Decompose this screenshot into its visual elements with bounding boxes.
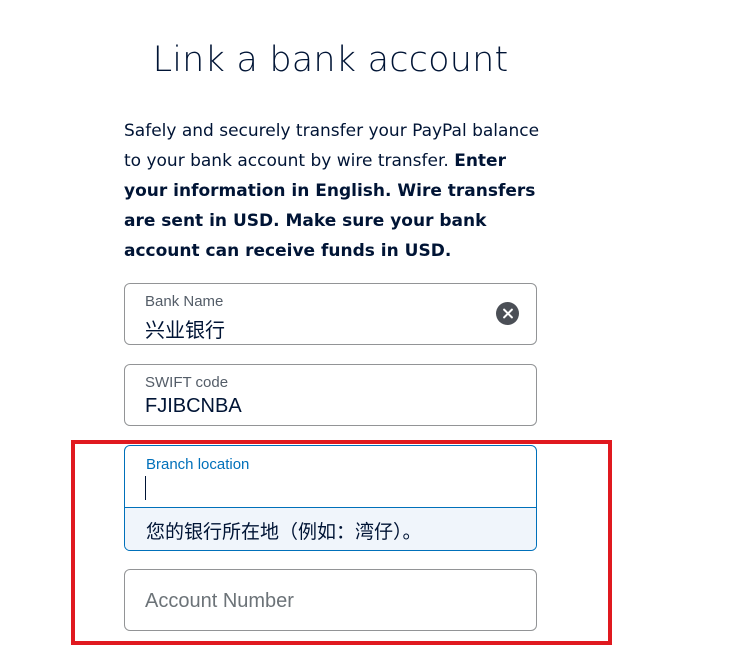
account-number-field[interactable]: Account Number: [124, 569, 537, 631]
swift-code-label: SWIFT code: [145, 374, 229, 391]
branch-location-helper-text: 您的银行所在地（例如：湾仔）。: [146, 521, 422, 543]
bank-name-label: Bank Name: [145, 293, 224, 310]
intro-text: Safely and securely transfer your PayPal…: [124, 116, 544, 266]
swift-code-field[interactable]: SWIFT code FJIBCNBA: [124, 364, 537, 426]
bank-name-field[interactable]: Bank Name 兴业银行: [124, 283, 537, 345]
link-bank-account-page: Link a bank account Safely and securely …: [0, 0, 732, 648]
page-title: Link a bank account: [152, 40, 509, 80]
branch-location-field[interactable]: Branch location 您的银行所在地（例如：湾仔）。: [124, 445, 537, 551]
swift-code-value[interactable]: FJIBCNBA: [145, 395, 242, 418]
account-number-placeholder: Account Number: [145, 590, 294, 612]
bank-name-value[interactable]: 兴业银行: [145, 314, 225, 343]
clear-icon[interactable]: [496, 302, 519, 325]
text-caret: [145, 476, 146, 500]
branch-location-helper: 您的银行所在地（例如：湾仔）。: [125, 508, 536, 550]
branch-location-label: Branch location: [146, 456, 250, 473]
